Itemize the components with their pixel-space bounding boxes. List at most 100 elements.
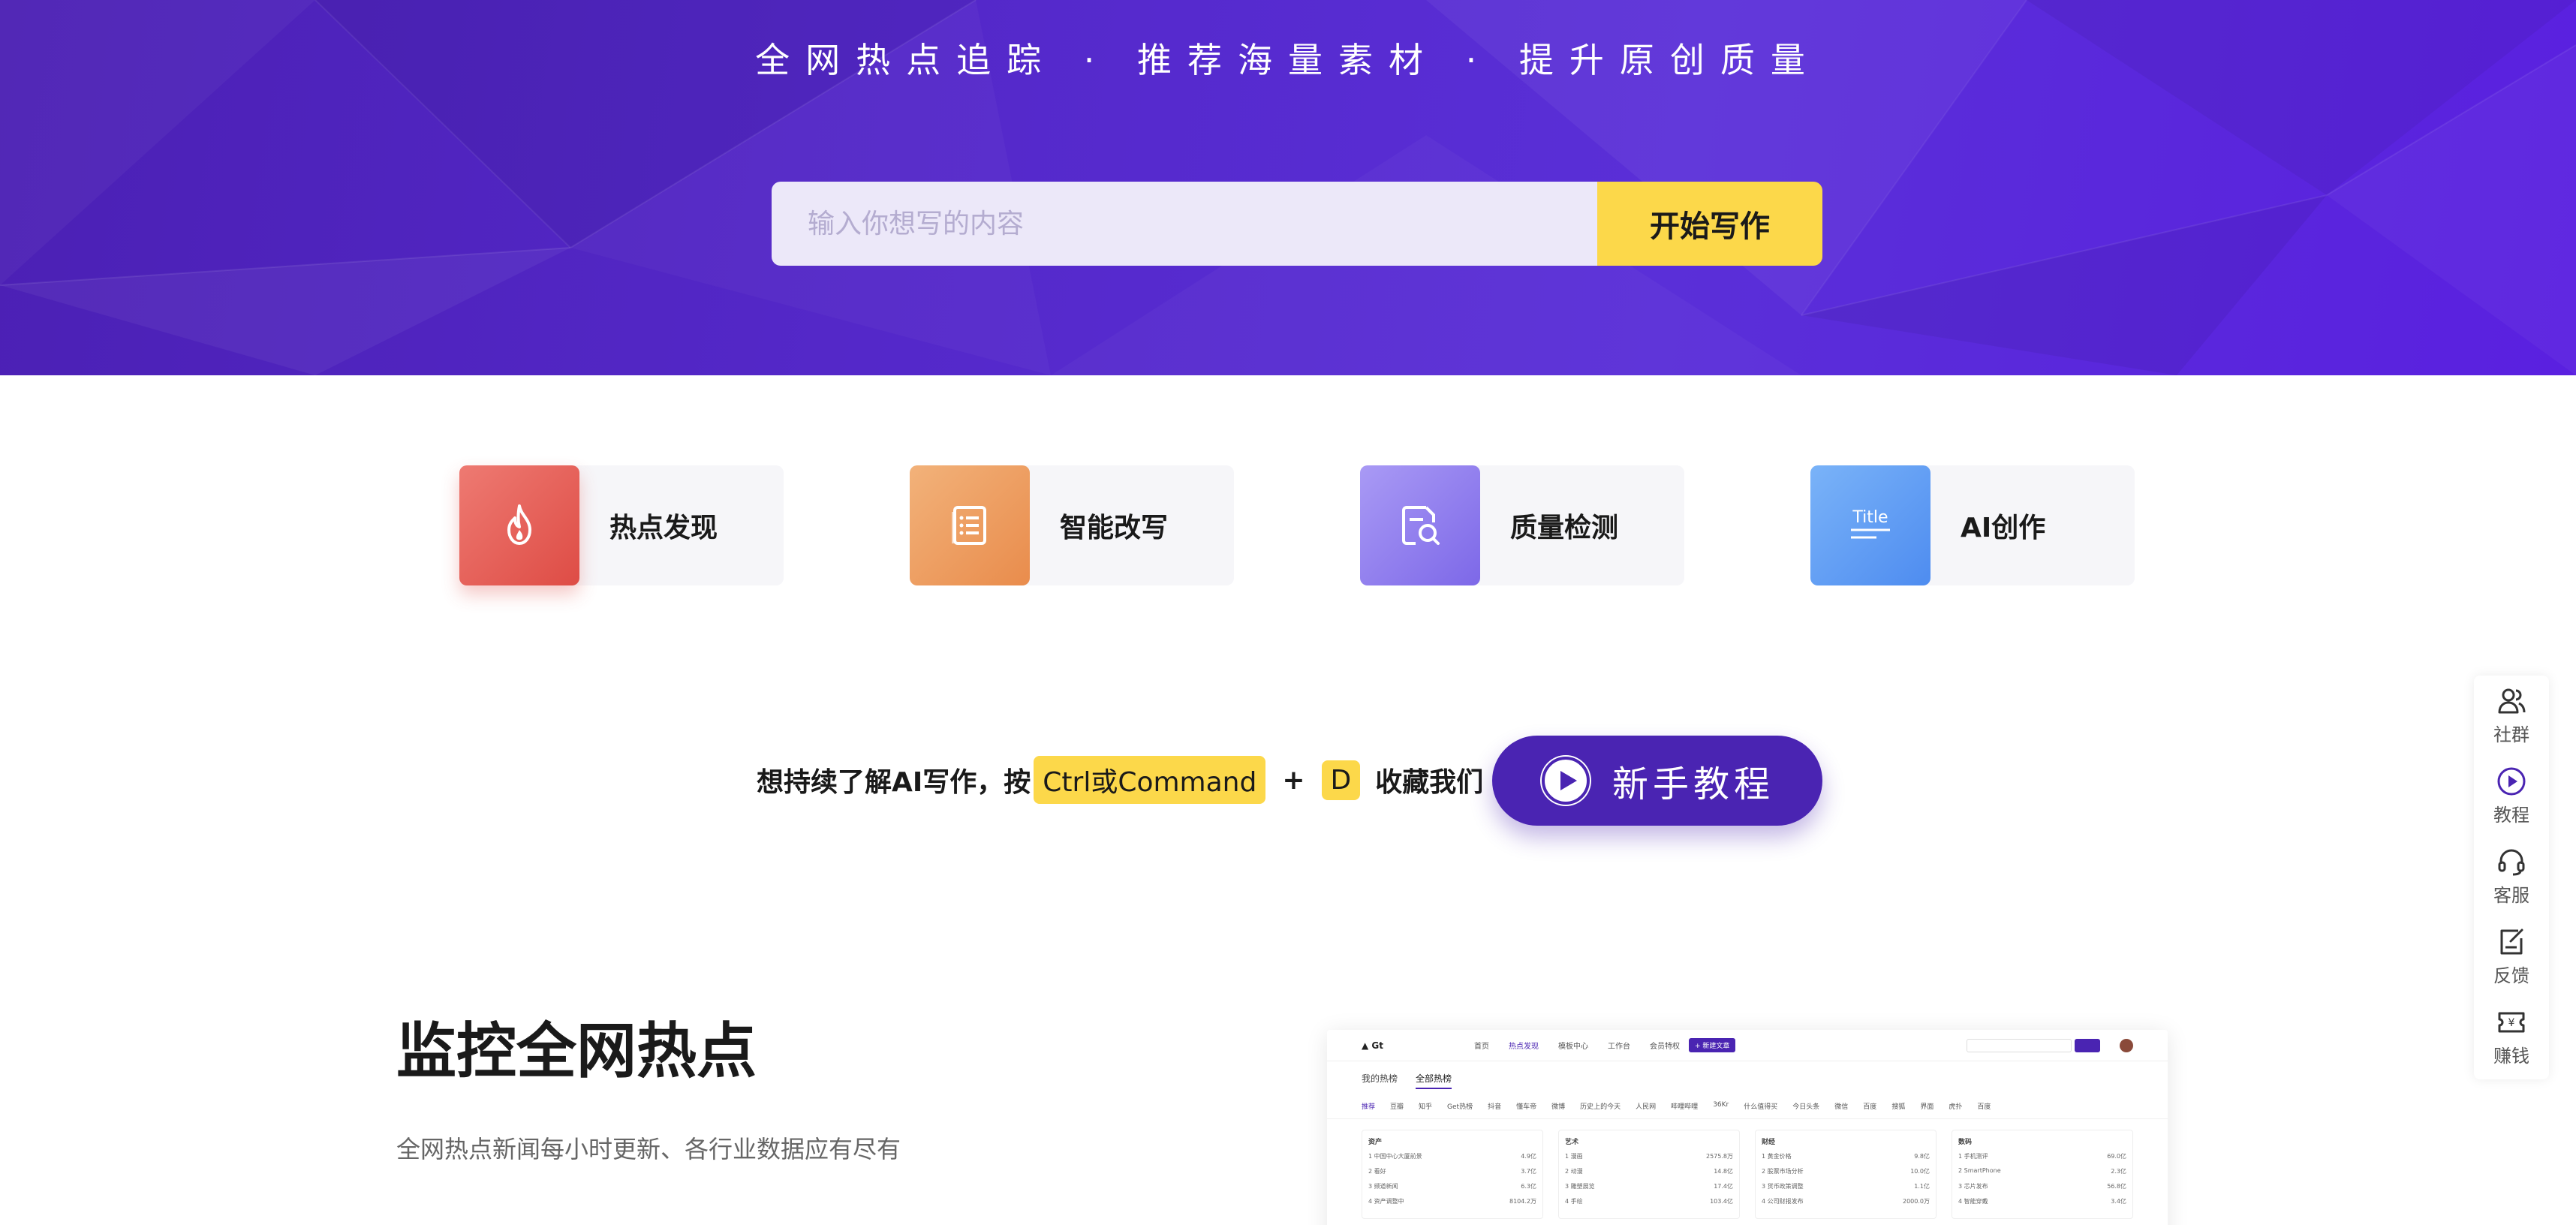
preview-row-title: 2 SmartPhone (1958, 1167, 2001, 1174)
preview-search-button (2075, 1038, 2100, 1052)
community-icon (2498, 688, 2526, 714)
title-icon: Title (1810, 465, 1930, 585)
preview-hot-column: 艺术 1 漫画 2575.8万 2 动漫 14.8亿 3 雕塑展览 17.4亿 4 手绘 103… (1558, 1130, 1740, 1219)
feedback-icon (2500, 929, 2523, 955)
feature-card-hotspot[interactable]: 热点发现 (459, 465, 784, 585)
preview-row-title: 3 雕塑展览 (1565, 1183, 1595, 1190)
preview-row-value: 2.3亿 (2111, 1168, 2126, 1175)
preview-category: 推荐 (1362, 1103, 1376, 1111)
preview-tab: 我的热榜 (1362, 1073, 1398, 1084)
side-item-tutorial[interactable]: 教程 (2474, 756, 2549, 836)
preview-row: 1 手机测评 69.0亿 (1958, 1152, 2126, 1160)
tutorial-label: 新手教程 (1612, 765, 1775, 805)
preview-row-title: 3 芯片发布 (1958, 1183, 1988, 1190)
preview-hot-column: 资产 1 中国中心大厦前景 4.9亿 2 看好 3.7亿 3 频道新闻 6.3亿 4 资产调整… (1362, 1130, 1543, 1219)
svg-text:¥: ¥ (2508, 1017, 2515, 1029)
feature-label: AI创作 (1961, 513, 2046, 543)
start-writing-button[interactable]: 开始写作 (1597, 182, 1822, 266)
tutorial-button[interactable]: 新手教程 (1492, 736, 1822, 826)
preview-row: 2 动漫 14.8亿 (1565, 1167, 1733, 1175)
preview-column-header: 资产 (1368, 1136, 1536, 1146)
preview-category: Get热榜 (1447, 1103, 1473, 1111)
preview-row-value: 69.0亿 (2107, 1153, 2126, 1160)
preview-hot-columns: 资产 1 中国中心大厦前景 4.9亿 2 看好 3.7亿 3 频道新闻 6.3亿 4 资产调整… (1327, 1119, 2168, 1225)
preview-hot-column: 数码 1 手机测评 69.0亿 2 SmartPhone 2.3亿 3 芯片发布 56.8亿… (1952, 1130, 2133, 1219)
feature-label: 质量检测 (1510, 513, 1619, 543)
preview-row-value: 6.3亿 (1521, 1183, 1536, 1190)
preview-tabs: 我的热榜 全部热榜 (1327, 1061, 2168, 1094)
side-item-label: 社群 (2493, 724, 2529, 745)
preview-row-value: 17.4亿 (1714, 1183, 1733, 1190)
headset-icon (2498, 849, 2525, 876)
preview-category: 微博 (1551, 1103, 1566, 1111)
side-item-support[interactable]: 客服 (2474, 836, 2549, 916)
preview-row-value: 2000.0万 (1903, 1198, 1930, 1205)
search-bar: 开始写作 (772, 182, 1822, 266)
preview-row: 3 芯片发布 56.8亿 (1958, 1182, 2126, 1190)
preview-row: 4 公司财报发布 2000.0万 (1762, 1197, 1930, 1205)
side-item-feedback[interactable]: 反馈 (2474, 916, 2549, 997)
feature-card-quality[interactable]: 质量检测 (1360, 465, 1684, 585)
preview-category: 百度 (1977, 1103, 1991, 1111)
preview-hot-column: 财经 1 黄金价格 9.8亿 2 股票市场分析 10.0亿 3 货币政策调整 1.1亿 4 公… (1755, 1130, 1937, 1219)
preview-nav-links: 首页 热点发现 模板中心 工作台 会员特权 (1474, 1040, 1680, 1051)
preview-category: 36Kr (1713, 1101, 1729, 1109)
preview-category: 微信 (1834, 1103, 1849, 1111)
preview-row-value: 10.0亿 (1910, 1168, 1930, 1175)
play-icon (2497, 767, 2526, 796)
plus-sign: + (1282, 764, 1305, 796)
hero-tagline: 全网热点追踪 · 推荐海量素材 · 提升原创质量 (755, 40, 1821, 80)
preview-category-bar: 推荐 豆瓣 知乎 Get热榜 抖音 懂车帝 微博 历史上的今天 人民网 哔哩哔哩 36Kr 什么值得买… (1327, 1094, 2168, 1119)
preview-column-header: 数码 (1958, 1136, 2126, 1146)
preview-category: 豆瓣 (1390, 1103, 1404, 1111)
side-item-label: 教程 (2493, 805, 2529, 826)
preview-category: 人民网 (1636, 1103, 1657, 1111)
side-item-earn[interactable]: ¥ 赚钱 (2474, 997, 2549, 1077)
preview-new-article-button: + 新建文章 (1689, 1038, 1736, 1052)
preview-category: 知乎 (1419, 1103, 1433, 1111)
play-icon (1540, 755, 1591, 806)
preview-row: 2 SmartPhone 2.3亿 (1958, 1167, 2126, 1175)
flame-icon (459, 465, 579, 585)
preview-row-title: 4 资产调整中 (1368, 1198, 1404, 1205)
feature-card-rewrite[interactable]: 智能改写 (910, 465, 1234, 585)
preview-nav-item: 会员特权 (1650, 1043, 1680, 1051)
preview-row: 4 资产调整中 8104.2万 (1368, 1197, 1536, 1205)
section-subtitle: 全网热点新闻每小时更新、各行业数据应有尽有 (396, 1135, 901, 1163)
feature-label: 智能改写 (1060, 513, 1169, 543)
side-item-label: 反馈 (2493, 965, 2529, 986)
preview-row-value: 3.4亿 (2111, 1198, 2126, 1205)
yen-coupon-icon: ¥ (2498, 1012, 2525, 1033)
preview-nav-item: 热点发现 (1509, 1043, 1539, 1051)
preview-column-name: 财经 (1762, 1139, 1776, 1146)
document-search-icon (1360, 465, 1480, 585)
side-item-label: 客服 (2493, 885, 2529, 906)
bookmark-suffix: 收藏我们 (1375, 767, 1484, 798)
preview-row-value: 14.8亿 (1714, 1168, 1733, 1175)
preview-row: 1 中国中心大厦前景 4.9亿 (1368, 1152, 1536, 1160)
preview-navbar: ▲ Gt 首页 热点发现 模板中心 工作台 会员特权 + 新建文章 (1327, 1030, 2168, 1061)
preview-row-value: 1.1亿 (1914, 1183, 1930, 1190)
preview-row-title: 4 公司财报发布 (1762, 1198, 1804, 1205)
preview-row: 2 股票市场分析 10.0亿 (1762, 1167, 1930, 1175)
feature-label: 热点发现 (609, 513, 718, 543)
preview-row-title: 1 中国中心大厦前景 (1368, 1153, 1422, 1160)
preview-row: 2 看好 3.7亿 (1368, 1167, 1536, 1175)
preview-category: 历史上的今天 (1580, 1103, 1621, 1111)
side-item-community[interactable]: 社群 (2474, 676, 2549, 756)
preview-column-header: 艺术 (1565, 1136, 1733, 1146)
preview-category: 哔哩哔哩 (1671, 1103, 1699, 1111)
preview-avatar (2120, 1038, 2133, 1052)
bookmark-prefix: 想持续了解AI写作，按 (757, 767, 1031, 798)
preview-category: 搜狐 (1891, 1103, 1906, 1111)
preview-row-value: 103.4亿 (1710, 1198, 1733, 1205)
preview-row: 3 雕塑展览 17.4亿 (1565, 1182, 1733, 1190)
preview-tab: 全部热榜 (1416, 1072, 1452, 1089)
document-list-icon (910, 465, 1030, 585)
preview-category: 懂车帝 (1516, 1103, 1537, 1111)
feature-card-ai-create[interactable]: Title AI创作 (1810, 465, 2135, 585)
bookmark-hint: 想持续了解AI写作，按 Ctrl或Command + D 收藏我们 (757, 754, 1483, 806)
preview-row-value: 8104.2万 (1509, 1198, 1536, 1205)
search-input[interactable] (772, 182, 1597, 266)
title-icon-text: Title (1852, 508, 1888, 527)
